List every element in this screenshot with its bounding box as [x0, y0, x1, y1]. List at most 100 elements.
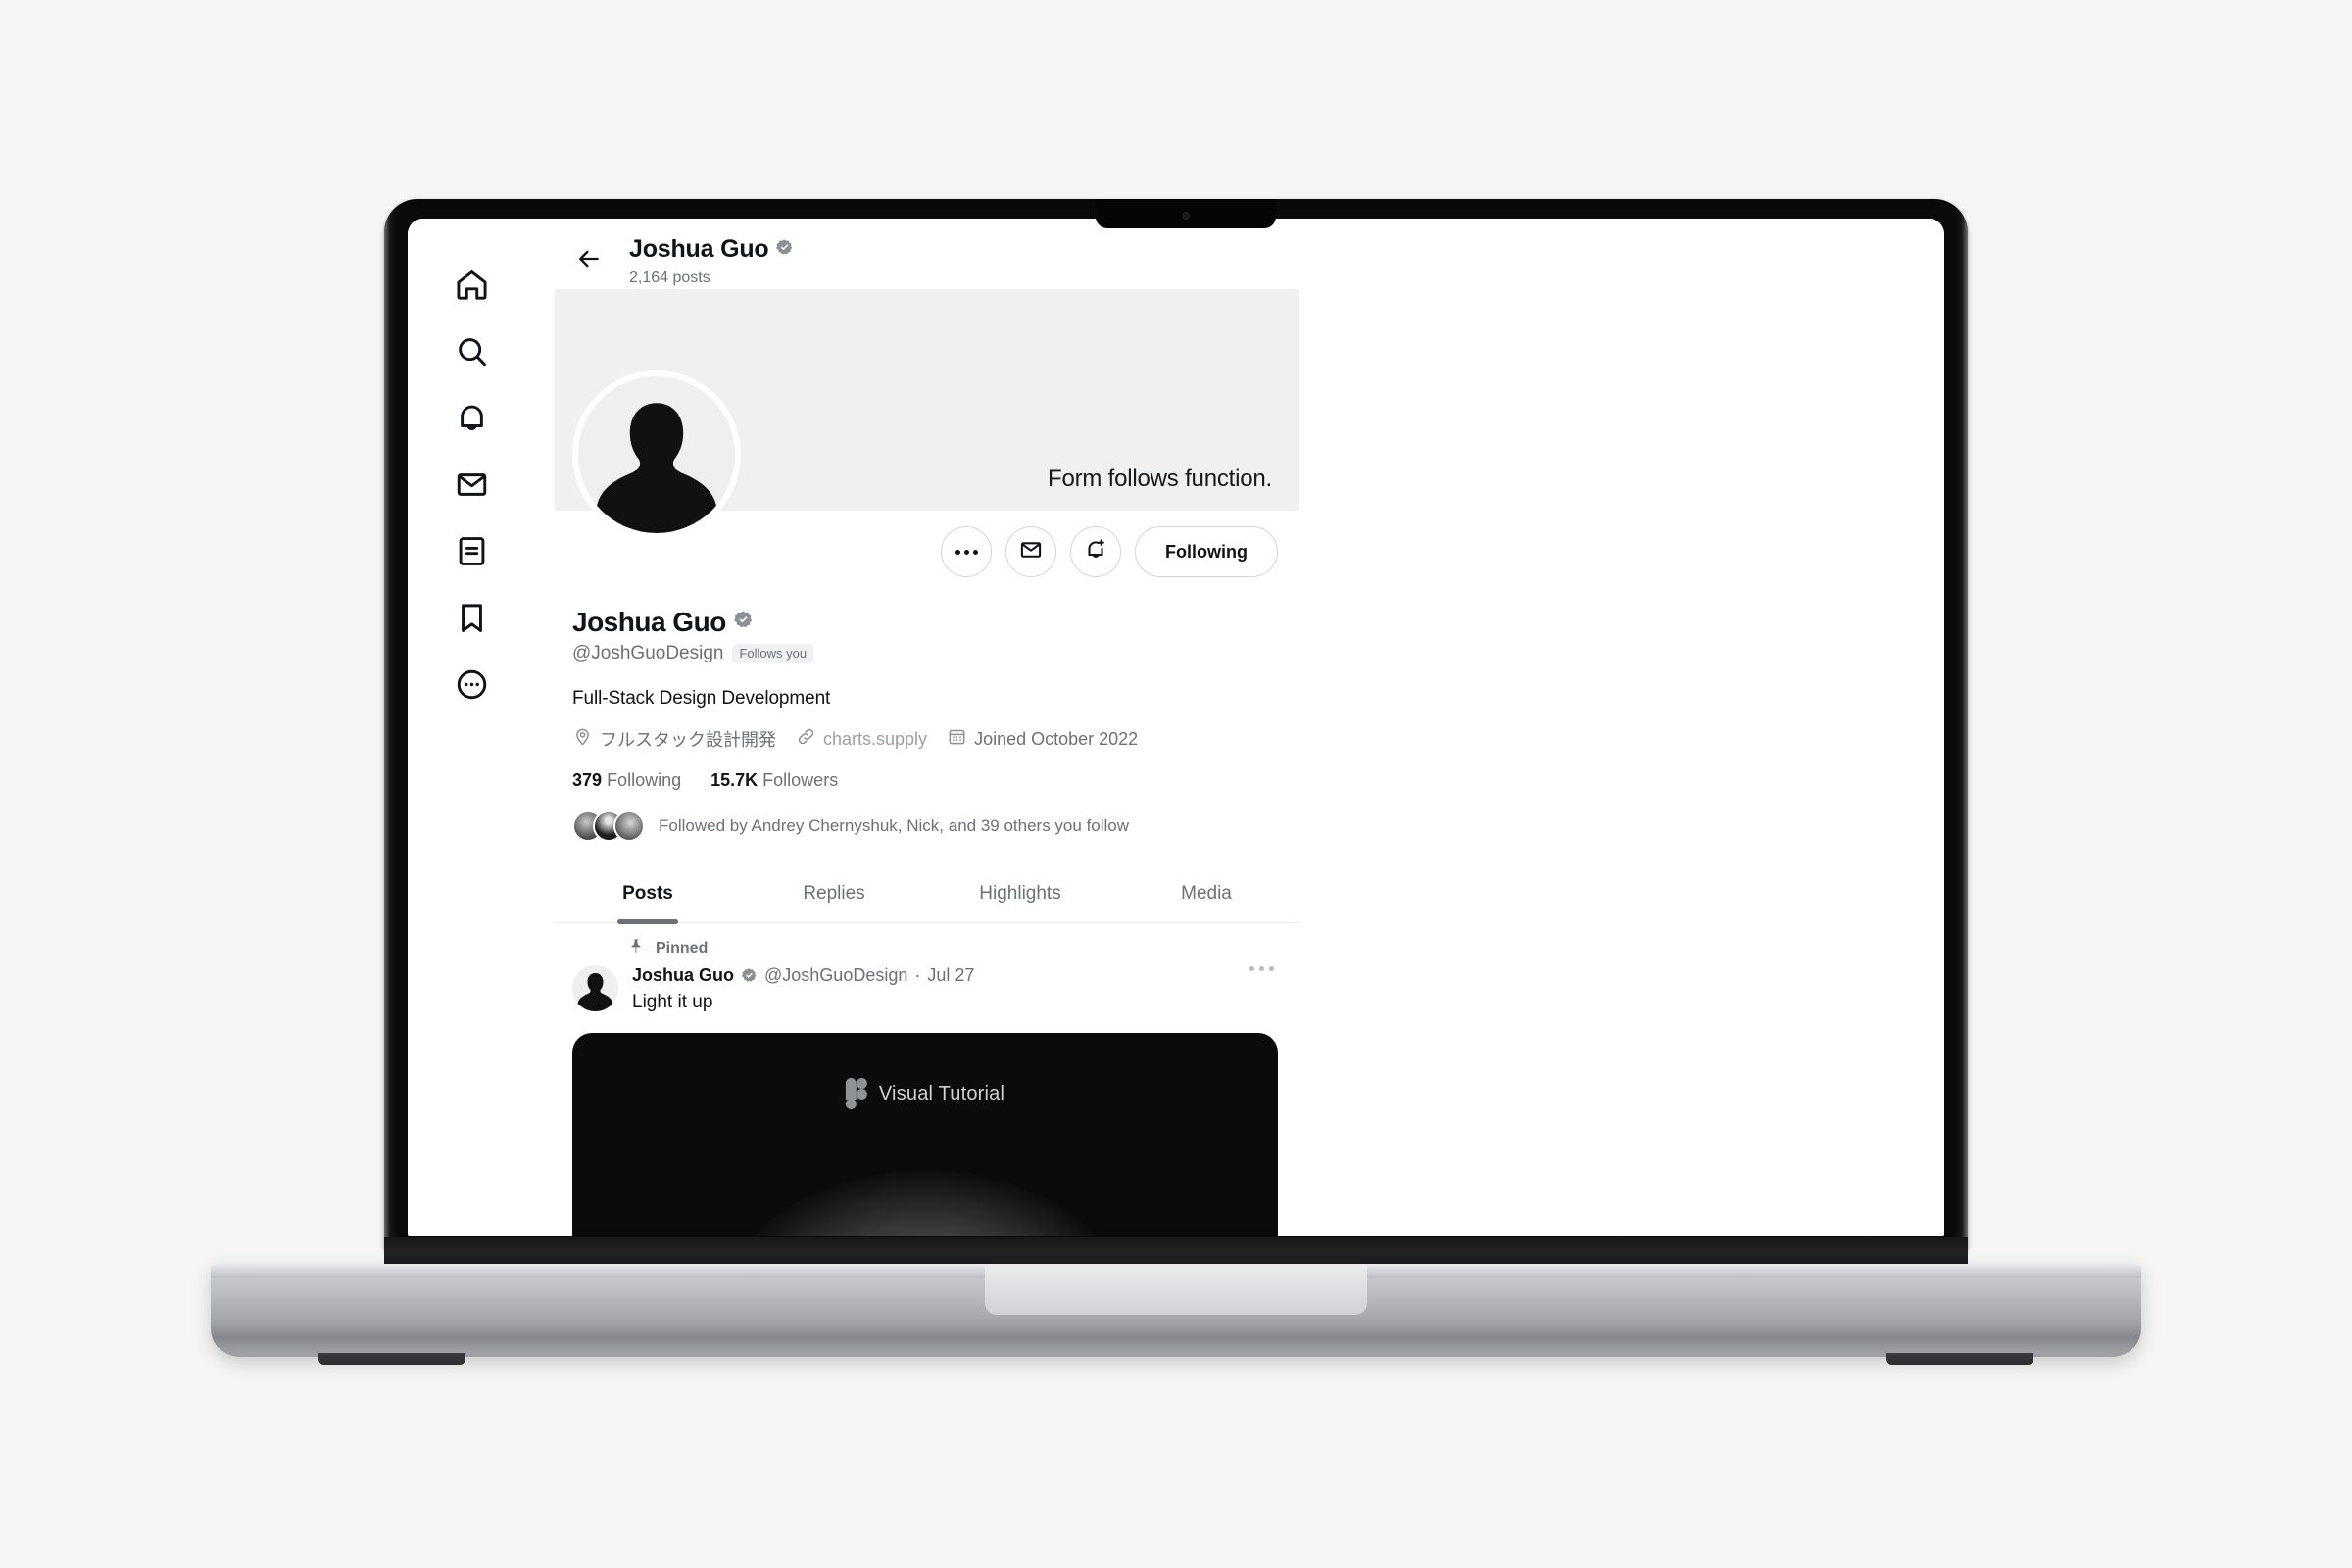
tab-media[interactable]: Media [1113, 867, 1299, 922]
bell-icon [454, 400, 490, 436]
verified-badge-icon [741, 967, 758, 984]
media-glow [719, 1170, 1131, 1236]
laptop-foot-right [1886, 1353, 2034, 1365]
more-options-button[interactable] [941, 526, 993, 577]
screenshot-stage: Joshua Guo 2,164 posts Form follows func… [0, 0, 2352, 1568]
laptop-screen: Joshua Guo 2,164 posts Form follows func… [408, 219, 1944, 1236]
tab-replies[interactable]: Replies [741, 867, 927, 922]
followers-count: 15.7K [710, 770, 759, 790]
profile-joined: Joined October 2022 [947, 726, 1138, 752]
follower-avatars [572, 810, 645, 842]
profile-stats-row: 379 Following 15.7K Followers [572, 770, 1278, 791]
post-date: Jul 27 [927, 965, 975, 985]
sidebar-item-notifications[interactable] [439, 385, 504, 450]
sidebar-item-bookmarks[interactable] [439, 585, 504, 650]
profile-location-text: フルスタック設計開発 [600, 730, 776, 750]
home-icon [454, 267, 490, 303]
message-button[interactable] [1005, 526, 1057, 577]
following-stat[interactable]: 379 Following [572, 770, 681, 791]
followed-by-text: Followed by Andrey Chernyshuk, Nick, and… [659, 816, 1130, 835]
sidebar-item-explore[interactable] [439, 318, 504, 383]
location-pin-icon [572, 726, 593, 752]
media-label-group: Visual Tutorial [845, 1078, 1005, 1109]
pinned-label: Pinned [656, 939, 709, 956]
profile-handle-row: @JoshGuoDesign Follows you [572, 643, 1278, 664]
topbar-title-row: Joshua Guo [629, 235, 794, 264]
laptop-base [211, 1264, 2141, 1365]
profile-location: フルスタック設計開発 [572, 726, 776, 752]
avatar[interactable] [572, 370, 741, 539]
post-separator: · [914, 965, 921, 985]
verified-badge-icon [775, 238, 794, 262]
sidebar-item-more[interactable] [439, 652, 504, 716]
followers-stat[interactable]: 15.7K Followers [710, 770, 838, 791]
post-header: Joshua Guo @JoshGuoDesign · Jul 27 [632, 965, 1278, 986]
display-notch [1096, 199, 1276, 228]
base-shading [211, 1324, 2141, 1357]
avatar-image [578, 376, 735, 533]
right-gutter [1299, 219, 1944, 1236]
sidebar-item-grok[interactable] [439, 518, 504, 583]
list-document-icon [454, 533, 490, 569]
calendar-icon [947, 726, 967, 752]
verified-badge-icon [733, 610, 754, 635]
post-media-card[interactable]: Visual Tutorial [572, 1033, 1278, 1236]
banner-quote: Form follows function. [1047, 466, 1272, 492]
topbar-title-block: Joshua Guo 2,164 posts [629, 234, 794, 287]
following-label: Following [607, 770, 682, 790]
followed-by-row[interactable]: Followed by Andrey Chernyshuk, Nick, and… [572, 810, 1278, 842]
tab-highlights[interactable]: Highlights [927, 867, 1113, 922]
notify-button[interactable] [1070, 526, 1122, 577]
envelope-icon [1018, 537, 1044, 567]
avatar [613, 810, 645, 842]
profile-website[interactable]: charts.supply [796, 726, 927, 752]
more-circle-icon [454, 666, 490, 703]
profile-tabs: Posts Replies Highlights Media [555, 867, 1299, 923]
followers-label: Followers [762, 770, 839, 790]
ellipsis-icon [1250, 966, 1254, 971]
profile-column: Joshua Guo 2,164 posts Form follows func… [555, 219, 1299, 1236]
profile-website-text: charts.supply [823, 728, 928, 749]
follows-you-badge: Follows you [732, 643, 814, 664]
following-count: 379 [572, 770, 603, 790]
profile-display-name: Joshua Guo [572, 607, 726, 637]
posts-count: 2,164 posts [629, 269, 710, 286]
camera-icon [1182, 212, 1190, 220]
ellipsis-icon [955, 549, 978, 555]
arrow-left-icon [575, 245, 603, 277]
bookmark-icon [454, 600, 490, 636]
avatar[interactable] [572, 965, 618, 1011]
sidebar-nav [408, 219, 555, 1236]
search-icon [454, 333, 490, 369]
profile-info: Joshua Guo @JoshGuoDesign Follows you Fu… [555, 593, 1299, 842]
bell-plus-icon [1083, 537, 1108, 567]
profile-topbar: Joshua Guo 2,164 posts [555, 219, 1299, 289]
profile-bio: Full-Stack Design Development [572, 688, 831, 709]
post-author: Joshua Guo [632, 965, 735, 985]
twitter-profile-app: Joshua Guo 2,164 posts Form follows func… [408, 219, 1944, 1236]
figma-logo-icon [845, 1078, 867, 1109]
base-center-notch [985, 1264, 1367, 1315]
post-main: Joshua Guo @JoshGuoDesign · Jul 27 Light… [632, 965, 1278, 1013]
page-title: Joshua Guo [629, 235, 769, 263]
post-body: Joshua Guo @JoshGuoDesign · Jul 27 Light… [572, 965, 1278, 1013]
profile-name-row: Joshua Guo [572, 607, 1278, 638]
pinned-indicator: Pinned [627, 937, 1278, 959]
media-label-text: Visual Tutorial [878, 1082, 1005, 1104]
sidebar-item-home[interactable] [439, 252, 504, 317]
post-text: Light it up [632, 992, 713, 1012]
link-icon [796, 726, 816, 752]
back-button[interactable] [563, 234, 615, 287]
profile-meta-row: フルスタック設計開発 charts.supply Joined October … [572, 726, 1278, 752]
envelope-icon [454, 466, 490, 503]
tab-posts[interactable]: Posts [555, 867, 741, 922]
post-more-button[interactable] [1250, 966, 1274, 971]
pinned-post: Pinned Joshua Guo @JoshGuoDesign · Jul 2… [555, 923, 1299, 1236]
laptop-foot-left [318, 1353, 466, 1365]
profile-joined-text: Joined October 2022 [974, 728, 1139, 749]
sidebar-item-messages[interactable] [439, 452, 504, 516]
pin-icon [627, 937, 645, 959]
following-button[interactable]: Following [1135, 526, 1278, 577]
post-handle: @JoshGuoDesign [764, 965, 908, 985]
profile-handle: @JoshGuoDesign [572, 643, 724, 663]
